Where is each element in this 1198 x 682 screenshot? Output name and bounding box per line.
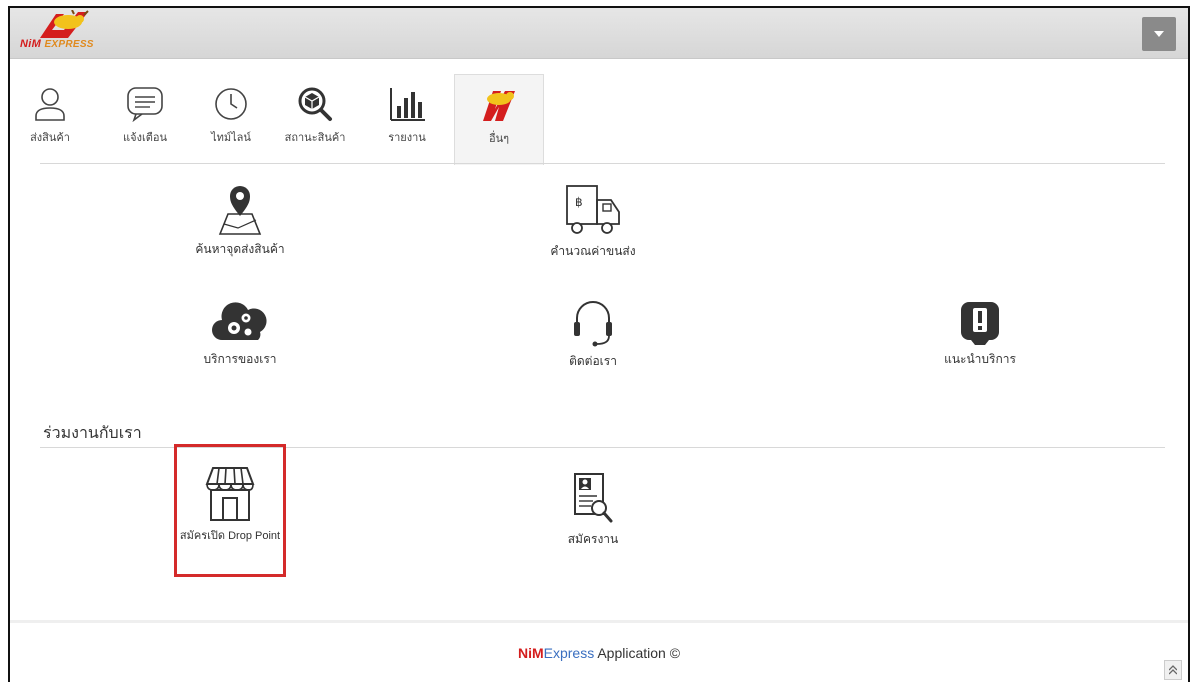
app-frame: NiM EXPRESS ส่งสินค้า แจ้งเตือน ไทม์ไลน์… (8, 6, 1190, 682)
headset-icon (574, 301, 612, 347)
shipping-calculator-item[interactable]: ฿ คำนวณค่าขนส่ง (538, 184, 648, 261)
our-services-label: บริการของเรา (203, 352, 277, 366)
resume-search-icon (574, 473, 613, 523)
drop-point-highlight-box (174, 444, 286, 577)
tab-timeline[interactable]: ไทม์ไลน์ (196, 76, 266, 164)
nim-express-logo[interactable]: NiM EXPRESS (20, 10, 115, 56)
footer-brand-express: Express (543, 645, 595, 661)
truck-baht-icon: ฿ (566, 185, 620, 234)
job-application-item[interactable]: สมัครงาน (548, 472, 638, 549)
user-icon (35, 88, 65, 121)
main-tabs: ส่งสินค้า แจ้งเตือน ไทม์ไลน์ สถานะสินค้า… (10, 70, 1188, 165)
tab-label: รายงาน (388, 132, 426, 144)
tab-label: อื่นๆ (488, 133, 510, 145)
clock-icon (215, 88, 247, 120)
cloud-gears-icon (212, 302, 267, 340)
bar-chart-icon (390, 88, 425, 121)
recommend-service-label: แนะนำบริการ (944, 352, 1016, 366)
shipping-calculator-label: คำนวณค่าขนส่ง (550, 244, 636, 258)
contact-us-label: ติดต่อเรา (569, 354, 617, 368)
tab-label: ไทม์ไลน์ (211, 132, 251, 144)
job-application-label: สมัครงาน (567, 532, 619, 546)
message-icon (127, 87, 163, 122)
join-us-section-title: ร่วมงานกับเรา (43, 425, 142, 442)
tab-label: แจ้งเตือน (123, 132, 167, 144)
find-drop-point-label: ค้นหาจุดส่งสินค้า (195, 242, 285, 256)
tab-package-status[interactable]: สถานะสินค้า (280, 76, 350, 164)
menu-dropdown-button[interactable] (1142, 17, 1176, 51)
svg-text:฿: ฿ (575, 195, 583, 209)
tab-report[interactable]: รายงาน (372, 76, 442, 164)
contact-us-item[interactable]: ติดต่อเรา (548, 296, 638, 371)
package-search-icon (298, 87, 332, 121)
tab-label: สถานะสินค้า (284, 132, 346, 144)
footer-suffix: Application © (594, 645, 681, 661)
find-drop-point-item[interactable]: ค้นหาจุดส่งสินค้า (190, 184, 290, 259)
nim-logo-icon (483, 91, 515, 121)
tab-others[interactable]: อื่นๆ (454, 74, 544, 165)
logo-wordmark: NiM EXPRESS (20, 38, 94, 50)
recommend-service-item[interactable]: แนะนำบริการ (930, 298, 1030, 369)
footer-brand-nim: NiM (517, 645, 544, 661)
scroll-to-top-button[interactable] (1164, 660, 1182, 680)
caret-down-icon (1154, 31, 1164, 37)
tab-label: ส่งสินค้า (30, 132, 70, 144)
double-chevron-up-icon (1169, 665, 1177, 675)
footer-divider (10, 620, 1188, 623)
nim-bull-logo-icon (40, 10, 89, 38)
tab-send-goods[interactable]: ส่งสินค้า (15, 76, 85, 164)
map-pin-icon (218, 186, 262, 235)
tab-notifications[interactable]: แจ้งเตือน (110, 76, 180, 164)
tabs-divider (40, 163, 1165, 164)
exclamation-tablet-icon (961, 302, 999, 345)
footer-copyright: NiMExpress Application © (10, 645, 1188, 661)
our-services-item[interactable]: บริการของเรา (190, 296, 290, 369)
top-bar: NiM EXPRESS (10, 8, 1188, 59)
